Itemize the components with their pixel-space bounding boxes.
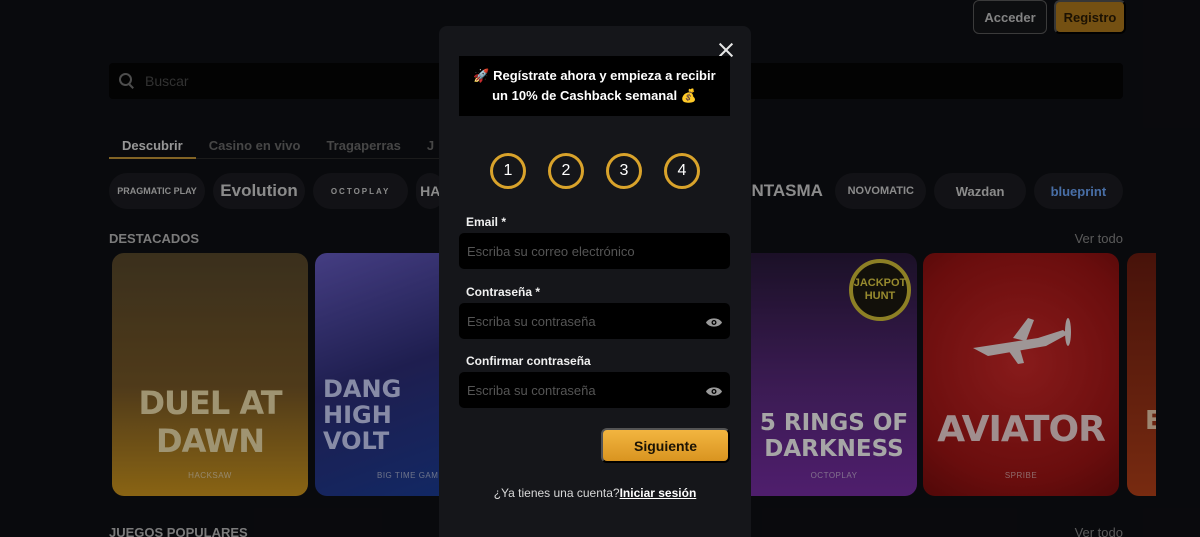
step-indicator: 1 2 3 4 — [490, 153, 700, 189]
email-label: Email * — [466, 215, 507, 229]
signin-text: ¿Ya tienes una cuenta? — [493, 486, 620, 500]
eye-icon[interactable] — [706, 384, 722, 396]
signin-link[interactable]: Iniciar sesión — [620, 486, 697, 500]
page: Acceder Registro Descubrir Casino en viv… — [0, 0, 1200, 537]
confirm-password-label: Confirmar contraseña — [466, 354, 591, 368]
password-field[interactable] — [459, 303, 730, 339]
email-field[interactable] — [459, 233, 730, 269]
register-modal: 🚀 Regístrate ahora y empieza a recibir u… — [439, 26, 751, 537]
next-button[interactable]: Siguiente — [601, 428, 730, 463]
step-2: 2 — [548, 153, 584, 189]
promo-banner: 🚀 Regístrate ahora y empieza a recibir u… — [459, 56, 730, 116]
step-3: 3 — [606, 153, 642, 189]
password-label: Contraseña * — [466, 285, 541, 299]
confirm-password-field[interactable] — [459, 372, 730, 408]
confirm-password-input[interactable] — [467, 382, 687, 398]
email-input[interactable] — [467, 243, 687, 259]
signin-prompt: ¿Ya tienes una cuenta?Iniciar sesión — [439, 486, 751, 500]
password-input[interactable] — [467, 313, 687, 329]
step-1: 1 — [490, 153, 526, 189]
step-4: 4 — [664, 153, 700, 189]
eye-icon[interactable] — [706, 315, 722, 327]
